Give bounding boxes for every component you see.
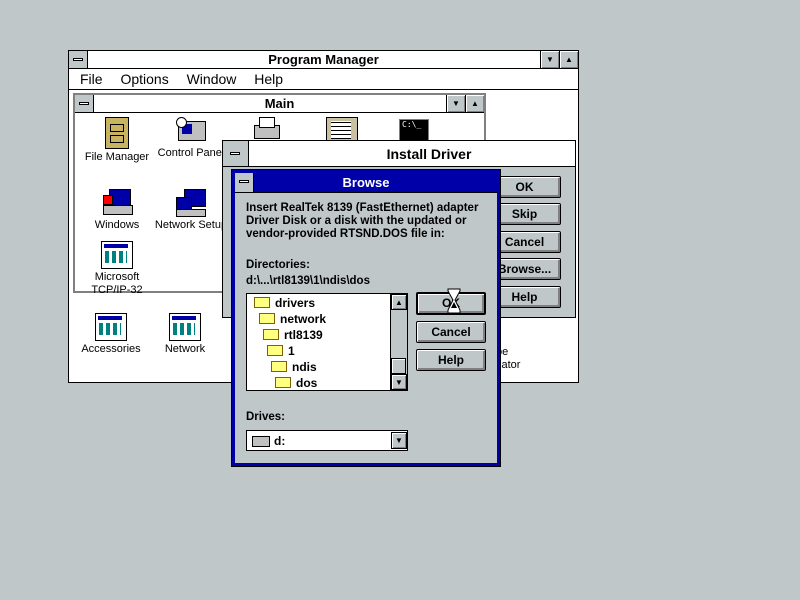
dir-item[interactable]: rtl8139 bbox=[263, 328, 323, 342]
browse-dialog: Browse Insert RealTek 8139 (FastEthernet… bbox=[231, 169, 501, 467]
scroll-down-icon[interactable]: ▼ bbox=[391, 374, 407, 390]
maximize-icon[interactable]: ▲ bbox=[559, 51, 578, 68]
menu-help[interactable]: Help bbox=[254, 71, 283, 87]
install-driver-system-menu-icon[interactable] bbox=[223, 141, 249, 166]
control-panel-label: Control Panel bbox=[157, 147, 225, 159]
menu-file[interactable]: File bbox=[80, 71, 103, 87]
dir-item-selected[interactable]: dos bbox=[275, 376, 317, 390]
dropdown-arrow-icon[interactable]: ▼ bbox=[391, 432, 407, 449]
drive-value: d: bbox=[274, 434, 286, 448]
dir-item[interactable]: drivers bbox=[254, 296, 315, 310]
main-titlebar[interactable]: Main ▼ ▲ bbox=[75, 95, 484, 113]
browse-system-menu-icon[interactable] bbox=[235, 173, 254, 192]
browse-title: Browse bbox=[342, 175, 390, 190]
browse-titlebar[interactable]: Browse bbox=[235, 173, 497, 193]
folder-open-icon bbox=[259, 313, 275, 325]
current-path: d:\...\rtl8139\1\ndis\dos bbox=[246, 275, 370, 287]
folder-open-icon bbox=[271, 361, 287, 373]
main-maximize-icon[interactable]: ▲ bbox=[465, 95, 484, 112]
dir-item[interactable]: 1 bbox=[267, 344, 295, 358]
drive-icon bbox=[252, 436, 270, 447]
browse-cancel-button[interactable]: Cancel bbox=[416, 321, 486, 343]
hourglass-cursor-icon bbox=[447, 288, 461, 314]
system-menu-icon[interactable] bbox=[69, 51, 88, 68]
install-driver-title: Install Driver bbox=[386, 146, 472, 162]
print-manager-icon[interactable] bbox=[252, 117, 280, 141]
folder-open-icon bbox=[267, 345, 283, 357]
folder-open-icon bbox=[263, 329, 279, 341]
drives-label: Drives: bbox=[246, 411, 285, 423]
dir-item[interactable]: network bbox=[259, 312, 326, 326]
program-manager-titlebar[interactable]: Program Manager ▼ ▲ bbox=[69, 51, 578, 69]
directory-list[interactable]: drivers network rtl8139 1 ndis dos ▲ ▼ bbox=[246, 293, 408, 391]
folder-open-icon bbox=[254, 297, 270, 309]
directories-label: Directories: bbox=[246, 259, 310, 271]
drives-dropdown[interactable]: d: ▼ bbox=[246, 430, 408, 451]
menu-bar: File Options Window Help bbox=[69, 69, 578, 90]
network-group-icon[interactable]: Network bbox=[140, 313, 230, 355]
main-system-menu-icon[interactable] bbox=[75, 95, 94, 112]
browse-message: Insert RealTek 8139 (FastEthernet) adapt… bbox=[246, 202, 479, 240]
accessories-label: Accessories bbox=[81, 343, 141, 355]
browse-help-button[interactable]: Help bbox=[416, 349, 486, 371]
main-minimize-icon[interactable]: ▼ bbox=[446, 95, 465, 112]
menu-options[interactable]: Options bbox=[120, 71, 168, 87]
network-setup-label: Network Setup bbox=[154, 219, 228, 231]
dir-item[interactable]: ndis bbox=[271, 360, 317, 374]
directory-scrollbar[interactable]: ▲ ▼ bbox=[390, 294, 407, 390]
tcpip-label: Microsoft TCP/IP-32 bbox=[91, 271, 143, 296]
folder-open-icon bbox=[275, 377, 291, 389]
windows-label: Windows bbox=[94, 219, 140, 231]
minimize-icon[interactable]: ▼ bbox=[540, 51, 559, 68]
program-manager-title: Program Manager bbox=[268, 52, 379, 67]
main-title: Main bbox=[264, 96, 295, 111]
network-label: Network bbox=[164, 343, 206, 355]
ms-dos-prompt-icon[interactable]: C:\_ bbox=[399, 119, 429, 141]
tcpip-icon[interactable]: Microsoft TCP/IP-32 bbox=[72, 241, 162, 297]
scroll-up-icon[interactable]: ▲ bbox=[391, 294, 407, 310]
file-manager-label: File Manager bbox=[84, 151, 150, 163]
scroll-thumb[interactable] bbox=[391, 358, 406, 374]
menu-window[interactable]: Window bbox=[187, 71, 237, 87]
install-driver-titlebar[interactable]: Install Driver bbox=[223, 141, 575, 167]
